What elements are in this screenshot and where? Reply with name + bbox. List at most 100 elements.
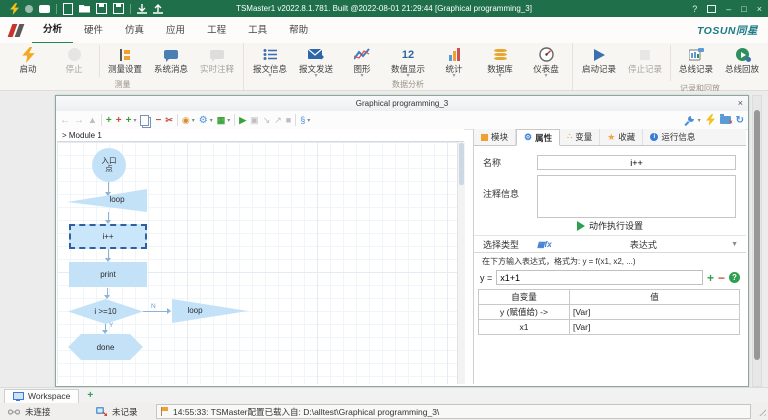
- tab-application[interactable]: 应用: [155, 18, 196, 43]
- export-icon[interactable]: [153, 4, 163, 14]
- maximize-button[interactable]: □: [741, 4, 746, 14]
- ribbon-mode-icon[interactable]: [707, 5, 716, 13]
- flow-node-print[interactable]: print: [69, 262, 147, 287]
- nav-up-icon[interactable]: ▲: [88, 115, 97, 125]
- type-value: 表达式: [556, 238, 731, 251]
- start-record-button[interactable]: 启动记录: [576, 43, 622, 74]
- start-quick-icon[interactable]: [10, 3, 19, 15]
- new-file-icon[interactable]: [63, 3, 73, 15]
- flow-node-entry[interactable]: 入口点: [92, 148, 126, 182]
- halt-icon[interactable]: ■: [286, 115, 291, 125]
- chevron-down-icon: ▼: [731, 241, 746, 248]
- close-folder-icon[interactable]: ×: [720, 116, 731, 124]
- tab-project[interactable]: 工程: [196, 18, 237, 43]
- add-arg-button[interactable]: +: [707, 272, 714, 284]
- module-header[interactable]: > Module 1: [57, 129, 464, 142]
- message-send-button[interactable]: 报文发送 ▾: [293, 43, 339, 79]
- message-info-button[interactable]: 报文信息 ▾: [247, 43, 293, 79]
- settings-gear-icon[interactable]: ⚙: [199, 115, 208, 126]
- measure-settings-button[interactable]: 测量设置: [102, 43, 148, 74]
- action-exec-settings[interactable]: 动作执行设置: [474, 219, 746, 232]
- stop-button[interactable]: 停止: [51, 43, 97, 74]
- tosun-brand-logo: TOSUN同星: [697, 23, 758, 38]
- breakpoint-icon[interactable]: ◉: [182, 115, 190, 126]
- copy-icon[interactable]: [140, 115, 149, 126]
- wrench-icon[interactable]: [684, 115, 695, 126]
- stop-quick-icon[interactable]: [25, 5, 33, 13]
- save-icon[interactable]: [96, 3, 107, 14]
- workspace-tab[interactable]: Workspace: [4, 389, 79, 403]
- statistics-button[interactable]: 统计 ▾: [431, 43, 477, 79]
- resize-grip[interactable]: [757, 407, 766, 416]
- workspace-bar: Workspace +: [0, 387, 768, 404]
- add-workspace-button[interactable]: +: [79, 390, 101, 401]
- add-node-icon[interactable]: +: [106, 115, 112, 126]
- tab-run-info[interactable]: i运行信息: [643, 129, 702, 145]
- add-branch-icon[interactable]: +: [116, 115, 122, 126]
- tab-favorites[interactable]: ★收藏: [600, 129, 643, 145]
- table-row[interactable]: x1 [Var]: [479, 320, 740, 335]
- save-as-icon[interactable]: [113, 3, 124, 14]
- step-into-icon[interactable]: ↘: [263, 115, 271, 126]
- tab-variables[interactable]: ∴变量: [560, 129, 600, 145]
- ribbon-group-record-replay: 启动记录 停止记录 总线记录 总线回放: [573, 43, 768, 90]
- script-icon[interactable]: §: [300, 115, 305, 125]
- system-message-button[interactable]: 系统消息: [148, 43, 194, 74]
- bus-record-button[interactable]: 总线记录: [673, 43, 719, 74]
- child-close-icon[interactable]: ×: [738, 96, 743, 111]
- gauge-icon: [539, 45, 554, 64]
- canvas-scrollbar[interactable]: [457, 142, 465, 384]
- nav-back-icon[interactable]: ←: [60, 115, 70, 126]
- delete-icon[interactable]: −: [155, 115, 161, 126]
- help-button[interactable]: ?: [692, 4, 697, 14]
- divider: [177, 114, 178, 126]
- flow-node-increment[interactable]: i++: [69, 224, 147, 249]
- monitor-icon: [13, 392, 24, 400]
- dashboard-button[interactable]: 仪表盘 ▾: [523, 43, 569, 79]
- table-row[interactable]: y (赋值给) -> [Var]: [479, 305, 740, 320]
- open-file-icon[interactable]: [79, 5, 90, 13]
- mdi-workspace: Graphical programming_3 × ← → ▲ + + +▾ −…: [0, 91, 768, 387]
- flow-canvas[interactable]: 入口点 loop i++ print i >=10 loop done N: [57, 142, 457, 384]
- tab-module[interactable]: 模块: [474, 129, 516, 145]
- tab-tools[interactable]: 工具: [237, 18, 278, 43]
- stop-record-button[interactable]: 停止记录: [622, 43, 668, 74]
- step-out-icon[interactable]: ↗: [274, 115, 282, 126]
- close-button[interactable]: ×: [757, 4, 762, 14]
- record-status[interactable]: 未记录: [88, 403, 156, 420]
- branch-label-yes: Y: [109, 322, 113, 329]
- tab-analysis[interactable]: 分析: [32, 17, 73, 44]
- tab-properties[interactable]: ⚙属性: [516, 129, 560, 146]
- nav-forward-icon[interactable]: →: [74, 115, 84, 126]
- tab-help[interactable]: 帮助: [278, 18, 319, 43]
- mdi-vertical-scrollbar[interactable]: [752, 95, 762, 387]
- numeric-display-button[interactable]: 12 数值显示 ▾: [385, 43, 431, 79]
- expression-input[interactable]: [496, 270, 703, 285]
- import-icon[interactable]: [137, 4, 147, 14]
- arrow-down-icon: [105, 220, 111, 224]
- bus-replay-button[interactable]: 总线回放: [719, 43, 765, 74]
- run-lightning-icon[interactable]: [706, 114, 715, 126]
- connection-status[interactable]: 未连接: [0, 403, 88, 420]
- add-more-icon[interactable]: +: [126, 115, 132, 126]
- minimize-button[interactable]: –: [726, 4, 731, 14]
- remove-arg-button[interactable]: −: [718, 272, 725, 284]
- build-icon[interactable]: ▦: [217, 115, 226, 126]
- realtime-comment-button[interactable]: 实时注释: [194, 43, 240, 74]
- message-quick-icon[interactable]: [39, 5, 50, 13]
- graphics-button[interactable]: 图形 ▾: [339, 43, 385, 79]
- tab-simulation[interactable]: 仿真: [114, 18, 155, 43]
- run-icon[interactable]: ▶: [239, 115, 246, 126]
- type-select-row[interactable]: 选择类型 ▦fx 表达式 ▼: [474, 235, 746, 253]
- database-button[interactable]: 数据库 ▾: [477, 43, 523, 79]
- help-badge[interactable]: ?: [729, 272, 740, 283]
- cut-icon[interactable]: ✂: [165, 115, 173, 126]
- tab-hardware[interactable]: 硬件: [73, 18, 114, 43]
- pause-icon[interactable]: ▣: [250, 115, 259, 126]
- comment-textarea[interactable]: [537, 175, 736, 218]
- name-input[interactable]: [537, 155, 736, 170]
- start-button[interactable]: 启动: [5, 43, 51, 74]
- refresh-compile-icon[interactable]: ↻: [736, 115, 744, 126]
- envelope-icon: [308, 45, 324, 64]
- ribbon-group-data-analysis: 报文信息 ▾ 报文发送 ▾ 图形 ▾ 12 数值显示 ▾: [244, 43, 573, 90]
